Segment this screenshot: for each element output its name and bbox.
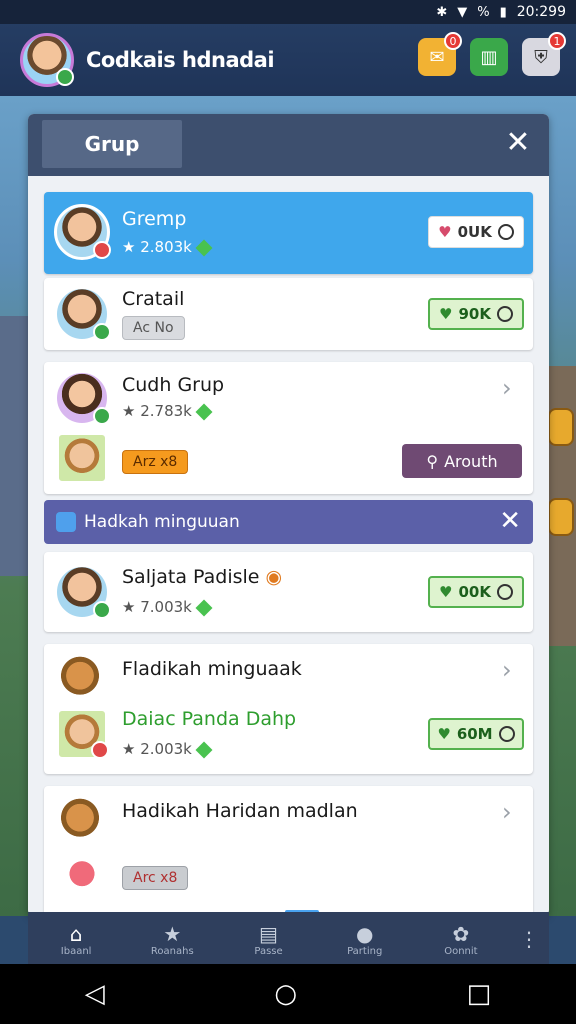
- group-stat: ★ 2.803k: [122, 238, 213, 256]
- nav-item-store[interactable]: ▤ Passe: [220, 912, 316, 966]
- info-banner: Hadkah minguuan ✕: [44, 500, 533, 544]
- chevron-right-icon[interactable]: ›: [502, 798, 512, 826]
- nav-item-home[interactable]: ⌂ Ibaanl: [28, 912, 124, 966]
- gem-icon: [195, 239, 213, 256]
- group-subtitle: Daiac Panda Dahp: [122, 708, 297, 730]
- group-modal: Grup ✕ Gremp ★ 2.803k ♥ 0UK Cratail Ac No…: [28, 114, 549, 916]
- group-stat: ★ 7.003k: [122, 598, 213, 616]
- home-button-icon[interactable]: ○: [274, 979, 297, 1009]
- side-button[interactable]: [548, 408, 574, 446]
- side-button[interactable]: [548, 498, 574, 536]
- recents-icon[interactable]: □: [467, 979, 492, 1009]
- chevron-right-icon[interactable]: ›: [502, 656, 512, 684]
- price-button[interactable]: ♥ 60M: [428, 718, 524, 750]
- back-icon[interactable]: ◁: [85, 979, 105, 1009]
- clock-icon: [496, 306, 513, 322]
- modal-header: Grup ✕: [28, 114, 549, 176]
- status-time: 20:299: [516, 4, 566, 20]
- home-icon: ⌂: [69, 921, 83, 946]
- group-card[interactable]: Cratail Ac No ♥ 90K: [44, 278, 533, 350]
- price-button[interactable]: ♥ 0UK: [428, 216, 524, 248]
- badge-icon: ◉: [265, 566, 283, 588]
- nav-item-star[interactable]: ★ Roanahs: [124, 912, 220, 966]
- shield-icon[interactable]: ⛨ 1: [522, 32, 566, 76]
- heart-icon: ♥: [437, 725, 451, 743]
- close-icon[interactable]: ✕: [503, 128, 533, 158]
- group-title: Cudh Grup: [122, 374, 225, 396]
- chart-icon[interactable]: ▥: [470, 38, 508, 76]
- price-button[interactable]: ♥ 00K: [428, 576, 524, 608]
- heart-icon: ♥: [438, 223, 452, 241]
- avatar: [56, 432, 108, 484]
- group-title: Cratail: [122, 288, 185, 310]
- avatar: [54, 204, 111, 260]
- group-tag: Ac No: [122, 316, 185, 340]
- search-button[interactable]: ⚲ Arouth: [402, 444, 522, 478]
- heart-icon: ♥: [439, 305, 453, 323]
- group-card[interactable]: Hadikah Haridan madlan › Arc x8: [44, 786, 533, 916]
- star-icon: ★: [163, 921, 182, 946]
- mascot-icon: [54, 652, 106, 704]
- price-button[interactable]: ♥ 90K: [428, 298, 524, 330]
- bottom-nav: ⌂ Ibaanl ★ Roanahs ▤ Passe ● Parting ✿ O…: [28, 912, 549, 966]
- heart-icon: ♥: [439, 583, 453, 601]
- flower-icon: [56, 850, 108, 902]
- group-card[interactable]: Saljata Padisle ◉ ★ 7.003k ♥ 00K: [44, 552, 533, 632]
- close-icon[interactable]: ✕: [499, 506, 521, 536]
- app-title: Codkais hdnadai: [86, 48, 275, 72]
- wifi-icon: ▼: [457, 4, 468, 20]
- group-tag: Arz x8: [122, 450, 189, 474]
- tab-grup[interactable]: Grup: [42, 120, 182, 168]
- banner-text: Hadkah minguuan: [84, 512, 240, 532]
- group-title: Saljata Padisle ◉: [122, 566, 283, 588]
- more-icon[interactable]: ⋮: [509, 912, 549, 966]
- avatar: [56, 708, 109, 760]
- system-nav-bar: ◁ ○ □: [0, 964, 576, 1024]
- gem-icon: [195, 403, 213, 420]
- gear-icon: ✿: [452, 921, 470, 946]
- nav-item-settings[interactable]: ✿ Oonnit: [413, 912, 509, 966]
- chat-bubble-icon: ●: [355, 921, 374, 946]
- chevron-right-icon[interactable]: ›: [502, 374, 512, 402]
- clock-icon: [498, 726, 515, 742]
- avatar: [54, 370, 111, 426]
- gem-icon: [195, 741, 213, 758]
- search-icon: ⚲: [426, 451, 439, 471]
- store-icon: ▤: [259, 921, 278, 946]
- avatar: [54, 286, 111, 342]
- status-bar: ✱ ▼ % ▮ 20:299: [0, 0, 576, 24]
- group-title: Hadikah Haridan madlan: [122, 800, 358, 822]
- shield-icon: [56, 512, 76, 532]
- clock-icon: [497, 224, 514, 240]
- group-card[interactable]: Gremp ★ 2.803k ♥ 0UK: [44, 192, 533, 274]
- group-title: Gremp: [122, 208, 187, 230]
- app-header: Codkais hdnadai ✉ 0 ▥ ⛨ 1: [0, 24, 576, 96]
- group-stat: ★ 2.783k: [122, 402, 213, 420]
- nav-item-chat[interactable]: ● Parting: [317, 912, 413, 966]
- bluetooth-icon: ✱: [436, 4, 448, 20]
- clock-icon: [496, 584, 513, 600]
- group-tag: Arc x8: [122, 866, 189, 890]
- group-card[interactable]: Fladikah minguaak › Daiac Panda Dahp ★ 2…: [44, 644, 533, 774]
- avatar: [54, 564, 111, 620]
- group-title: Fladikah minguaak: [122, 658, 302, 680]
- user-avatar[interactable]: [20, 33, 74, 87]
- group-stat: ★ 2.003k: [122, 740, 213, 758]
- signal-icon: %: [477, 4, 490, 20]
- gem-icon: [195, 599, 213, 616]
- mascot-icon: [54, 794, 106, 846]
- battery-icon: ▮: [499, 4, 507, 20]
- level-badge: [56, 68, 74, 86]
- group-card[interactable]: Cudh Grup ★ 2.783k › Arz x8 ⚲ Arouth: [44, 362, 533, 494]
- chat-icon[interactable]: ✉ 0: [418, 32, 462, 76]
